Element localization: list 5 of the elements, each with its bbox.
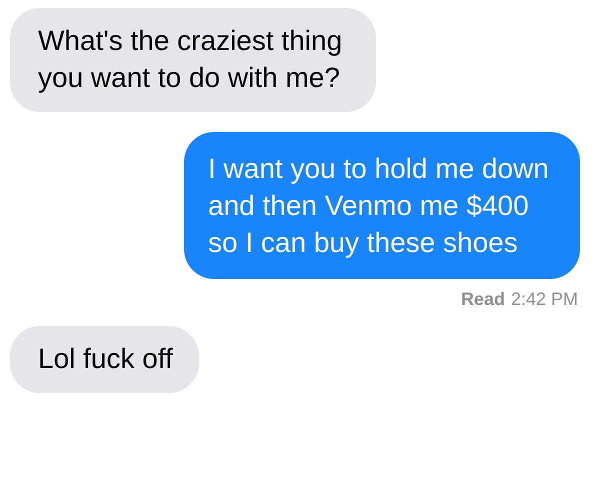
message-bubble: Lol fuck off — [10, 326, 199, 393]
message-bubble: I want you to hold me down and then Venmo me $400 so I can buy these shoes — [184, 132, 580, 279]
read-receipt-label: Read — [460, 289, 505, 310]
message-bubble: What's the craziest thing you want to do with me? — [10, 8, 376, 112]
read-receipt-time: 2:42 PM — [510, 289, 578, 310]
